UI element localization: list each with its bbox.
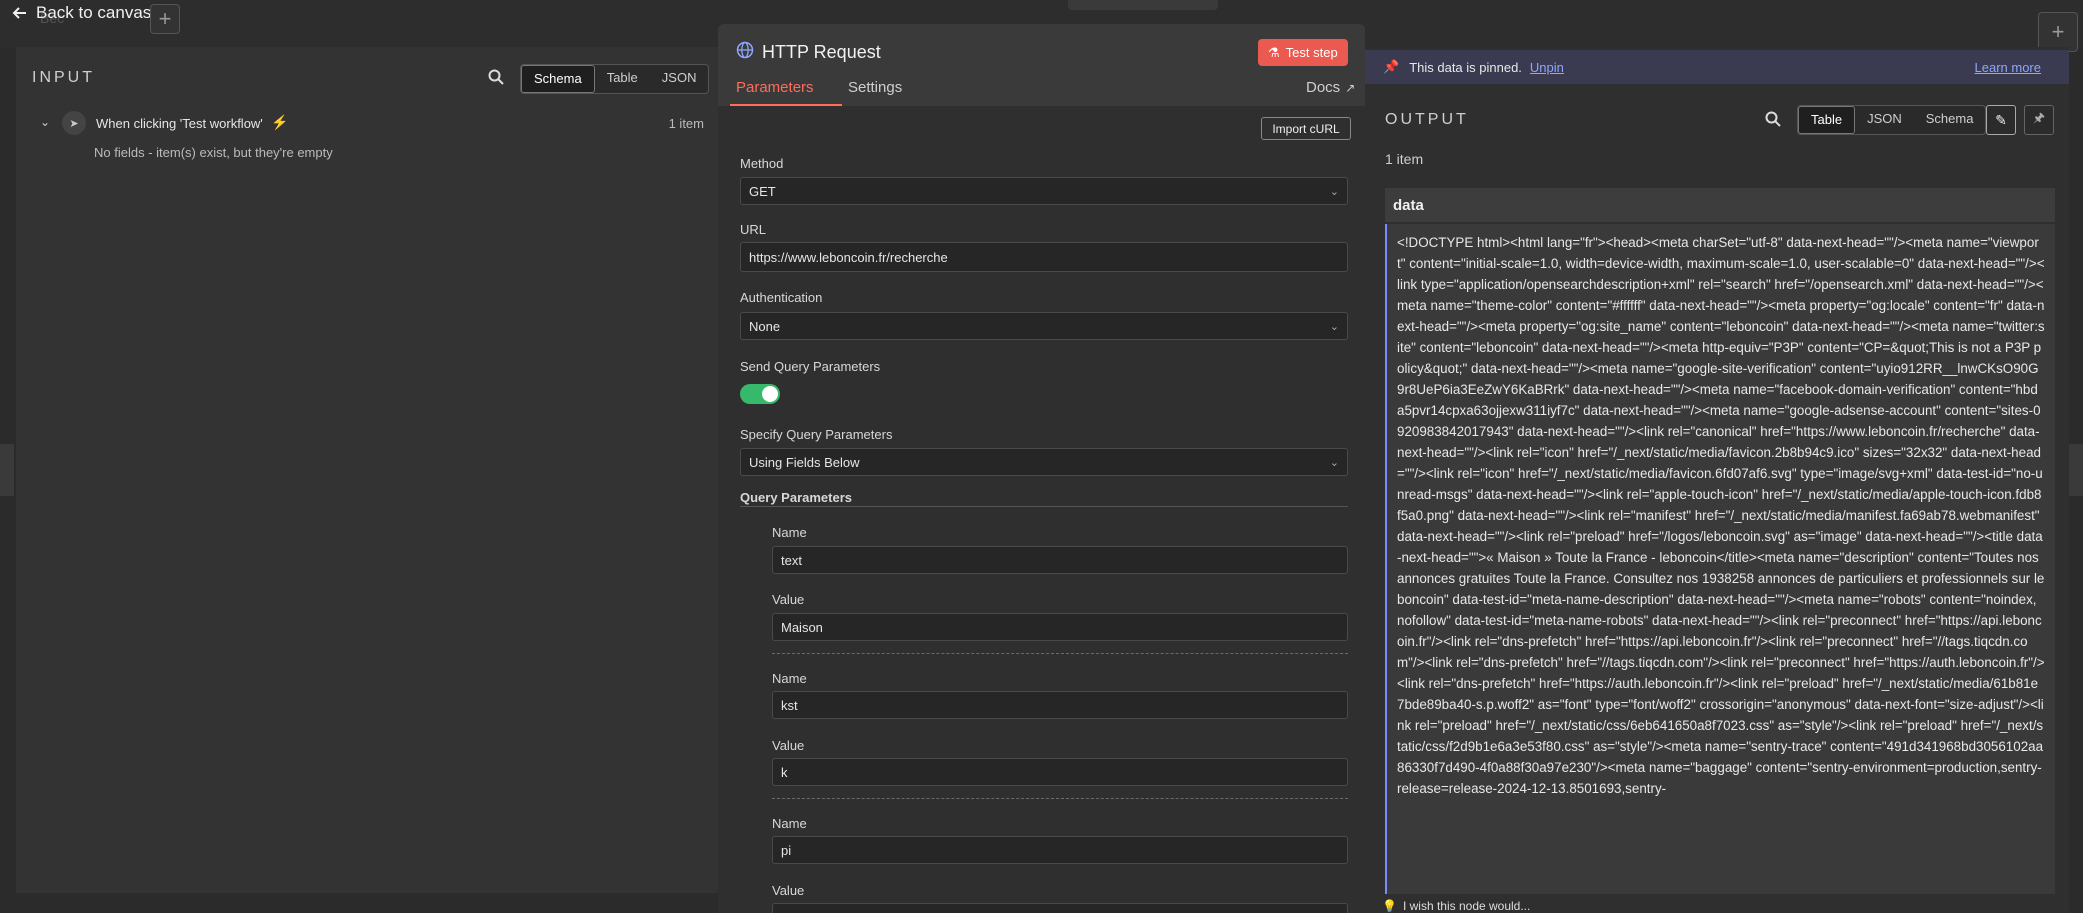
left-edge-handle[interactable] <box>0 444 14 496</box>
param-name-label: Name <box>772 525 807 540</box>
data-cell-text: <!DOCTYPE html><html lang="fr"><head><me… <box>1397 235 2045 796</box>
param-value-label: Value <box>772 592 805 607</box>
flask-icon: ⚗ <box>1268 44 1280 60</box>
chevron-down-icon: ⌄ <box>1329 456 1339 469</box>
specify-query-value: Using Fields Below <box>749 454 860 470</box>
feedback-hint-text: I wish this node would... <box>1402 899 1531 913</box>
method-select[interactable]: GET ⌄ <box>740 177 1348 205</box>
param-value-value: k <box>781 764 788 780</box>
node-title[interactable]: HTTP Request <box>762 42 881 63</box>
tab-parameters[interactable]: Parameters <box>736 79 814 96</box>
unpin-link[interactable]: Unpin <box>1530 60 1564 75</box>
input-tab-json[interactable]: JSON <box>650 65 709 91</box>
method-label: Method <box>740 156 784 171</box>
output-view-tabs: Table JSON Schema <box>1797 105 1987 135</box>
docs-link[interactable]: Docs ↗ <box>1306 79 1355 96</box>
pinned-text: This data is pinned. <box>1409 59 1522 75</box>
test-step-button[interactable]: ⚗ Test step <box>1258 39 1348 66</box>
param-name-value: text <box>781 552 802 568</box>
send-query-toggle[interactable] <box>740 384 780 404</box>
right-edge-handle[interactable] <box>2069 444 2083 496</box>
url-value: https://www.leboncoin.fr/recherche <box>749 249 948 265</box>
param-name-input[interactable]: pi <box>772 836 1348 864</box>
canvas-node-ghost <box>1068 0 1218 10</box>
output-item-count: 1 item <box>1385 151 1424 167</box>
globe-icon <box>736 41 754 59</box>
param-name-label: Name <box>772 816 807 831</box>
pin-data-button[interactable]: 🖈 <box>2024 105 2054 135</box>
url-input[interactable]: https://www.leboncoin.fr/recherche <box>740 242 1348 272</box>
parameters-form: Import cURL Method GET ⌄ URL https://www… <box>718 106 1365 913</box>
param-name-value: pi <box>781 842 792 858</box>
input-empty-message: No fields - item(s) exist, but they're e… <box>94 145 333 160</box>
param-name-input[interactable]: kst <box>772 691 1348 719</box>
param-value-value: Maison <box>781 619 823 635</box>
pin-icon: 📌 <box>1383 59 1400 74</box>
chevron-down-icon[interactable]: ⌄ <box>40 115 50 129</box>
toggle-knob <box>762 386 778 402</box>
output-tab-table[interactable]: Table <box>1798 106 1856 134</box>
import-curl-button[interactable]: Import cURL <box>1261 117 1351 140</box>
url-label: URL <box>740 222 767 237</box>
data-cell[interactable]: <!DOCTYPE html><html lang="fr"><head><me… <box>1385 224 2055 894</box>
param-name-input[interactable]: text <box>772 546 1348 574</box>
trigger-label[interactable]: When clicking 'Test workflow' <box>96 116 263 131</box>
query-parameters-heading: Query Parameters <box>740 490 853 505</box>
lightning-icon: ⚡ <box>271 114 289 130</box>
plus-icon: + <box>2051 19 2065 44</box>
canvas-add-node-button[interactable]: + <box>2038 12 2078 52</box>
edit-output-button[interactable]: ✎ <box>1986 105 2016 135</box>
external-link-icon: ↗ <box>1345 80 1356 95</box>
authentication-value: None <box>749 318 781 334</box>
input-tab-table[interactable]: Table <box>595 65 650 91</box>
param-value-label: Value <box>772 883 805 898</box>
param-value-input[interactable] <box>772 903 1348 913</box>
test-step-label: Test step <box>1285 45 1338 60</box>
canvas-add-button[interactable]: + <box>150 4 180 34</box>
specify-query-label: Specify Query Parameters <box>740 427 893 442</box>
output-title: OUTPUT <box>1385 111 1469 128</box>
lightbulb-icon: 💡 <box>1382 899 1397 913</box>
authentication-select[interactable]: None ⌄ <box>740 312 1348 340</box>
param-name-label: Name <box>772 671 807 686</box>
back-to-canvas-link[interactable]: Back to canvas <box>12 2 151 24</box>
input-item-count: 1 item <box>668 116 704 131</box>
param-name-value: kst <box>781 697 798 713</box>
param-value-input[interactable]: Maison <box>772 613 1348 641</box>
specify-query-select[interactable]: Using Fields Below ⌄ <box>740 448 1348 476</box>
param-value-label: Value <box>772 738 805 753</box>
pencil-icon: ✎ <box>1995 111 2007 128</box>
authentication-label: Authentication <box>740 290 823 305</box>
plus-icon: + <box>158 6 172 31</box>
method-value: GET <box>749 183 776 199</box>
input-tab-schema[interactable]: Schema <box>521 65 595 93</box>
param-divider <box>772 798 1348 799</box>
tab-settings[interactable]: Settings <box>848 79 902 96</box>
input-panel: INPUT Schema Table JSON ⌄ ➤ When clickin… <box>16 47 718 893</box>
chevron-down-icon: ⌄ <box>1329 185 1339 198</box>
param-divider <box>772 653 1348 654</box>
output-tab-schema[interactable]: Schema <box>1914 106 1986 132</box>
input-view-tabs: Schema Table JSON <box>520 64 710 94</box>
learn-more-link[interactable]: Learn more <box>1975 60 2041 75</box>
send-query-label: Send Query Parameters <box>740 359 881 374</box>
search-icon[interactable] <box>1765 111 1781 127</box>
param-value-input[interactable]: k <box>772 758 1348 786</box>
output-tab-json[interactable]: JSON <box>1855 106 1914 132</box>
search-icon[interactable] <box>488 69 504 85</box>
pinned-data-bar: 📌 This data is pinned. Unpin Learn more <box>1365 50 2069 84</box>
query-heading-divider <box>740 506 1348 507</box>
chevron-down-icon: ⌄ <box>1329 320 1339 333</box>
pin-icon: 🖈 <box>2032 110 2046 125</box>
arrow-left-icon <box>12 7 26 19</box>
data-column-header: data <box>1385 188 2055 222</box>
input-title: INPUT <box>32 69 95 86</box>
cursor-icon: ➤ <box>62 111 86 135</box>
back-label: Back to canvas <box>36 3 152 22</box>
docs-label: Docs <box>1306 79 1341 96</box>
feedback-hint[interactable]: 💡 I wish this node would... <box>1382 899 1530 913</box>
